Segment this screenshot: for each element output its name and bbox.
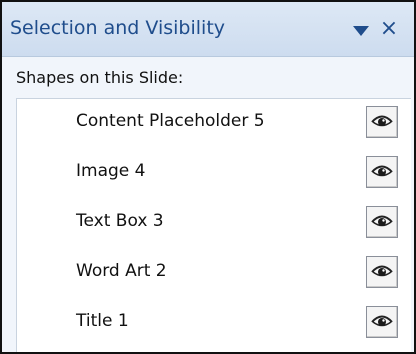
shape-label[interactable]: Text Box 3 — [76, 211, 164, 231]
eye-icon — [371, 115, 393, 127]
chevron-down-icon[interactable] — [353, 26, 369, 36]
shape-list: Content Placeholder 5 Image 4 Text Box 3… — [16, 98, 411, 352]
shape-row[interactable]: Title 1 — [17, 299, 411, 349]
shape-row[interactable]: Content Placeholder 5 — [17, 99, 411, 149]
shape-row[interactable]: Word Art 2 — [17, 249, 411, 299]
shape-label[interactable]: Content Placeholder 5 — [76, 111, 265, 131]
eye-icon — [371, 165, 393, 177]
pane-body: Shapes on this Slide: Content Placeholde… — [2, 57, 414, 352]
visibility-toggle-button[interactable] — [366, 156, 398, 188]
eye-icon — [371, 215, 393, 227]
visibility-toggle-button[interactable] — [366, 206, 398, 238]
eye-icon — [371, 265, 393, 277]
pane-title: Selection and Visibility — [10, 17, 226, 39]
close-icon[interactable]: × — [379, 16, 399, 42]
shapes-section-label: Shapes on this Slide: — [16, 68, 184, 87]
shape-label[interactable]: Word Art 2 — [76, 261, 167, 281]
selection-visibility-pane: Selection and Visibility × Shapes on thi… — [0, 0, 416, 354]
eye-icon — [371, 315, 393, 327]
visibility-toggle-button[interactable] — [366, 256, 398, 288]
shape-label[interactable]: Title 1 — [76, 311, 129, 331]
visibility-toggle-button[interactable] — [366, 106, 398, 138]
shape-label[interactable]: Image 4 — [76, 161, 145, 181]
shape-row[interactable]: Text Box 3 — [17, 199, 411, 249]
visibility-toggle-button[interactable] — [366, 306, 398, 338]
shape-row[interactable]: Image 4 — [17, 149, 411, 199]
pane-title-bar: Selection and Visibility × — [2, 2, 414, 57]
